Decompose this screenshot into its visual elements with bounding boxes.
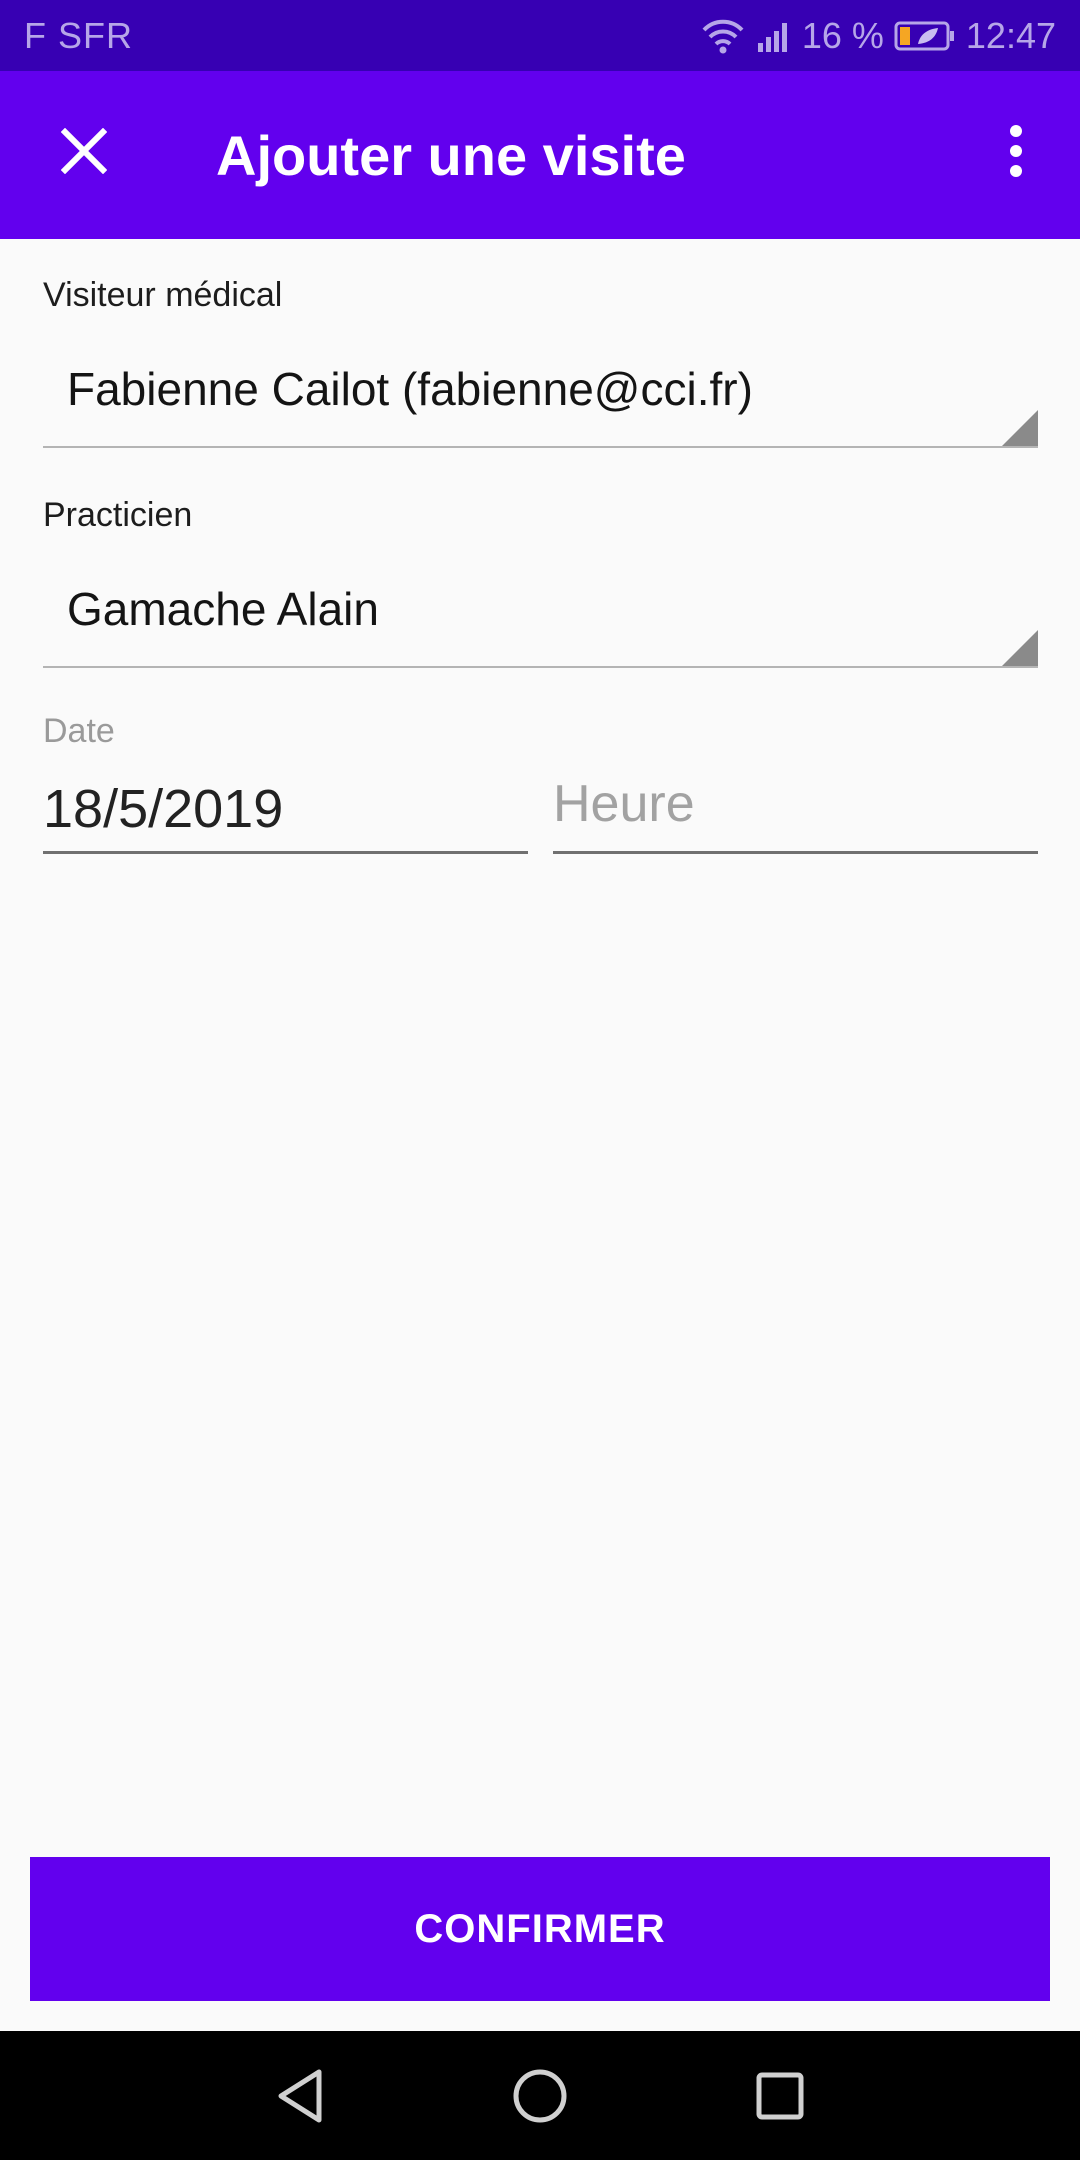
- wifi-icon: [700, 18, 746, 54]
- app-bar: Ajouter une visite: [0, 71, 1080, 239]
- overflow-menu-button[interactable]: [988, 111, 1044, 191]
- back-icon: [278, 2069, 322, 2123]
- practitioner-selected-value: Gamache Alain: [67, 583, 379, 635]
- battery-icon: [894, 20, 956, 52]
- close-icon: [61, 128, 107, 174]
- dropdown-triangle-icon: [1002, 630, 1038, 666]
- date-field[interactable]: 18/5/2019: [43, 766, 528, 854]
- date-value: 18/5/2019: [43, 779, 284, 839]
- signal-icon: [756, 19, 792, 53]
- recents-button[interactable]: [745, 2061, 815, 2131]
- practitioner-label: Practicien: [43, 496, 193, 534]
- time-placeholder: Heure: [553, 775, 695, 833]
- visitor-spinner[interactable]: Fabienne Cailot (fabienne@cci.fr): [43, 352, 1038, 448]
- visitor-selected-value: Fabienne Cailot (fabienne@cci.fr): [67, 363, 753, 415]
- home-icon: [513, 2069, 567, 2123]
- back-button[interactable]: [265, 2061, 335, 2131]
- status-bar: F SFR 16 % 12:47: [0, 0, 1080, 71]
- dropdown-triangle-icon: [1002, 410, 1038, 446]
- carrier-label: F SFR: [24, 14, 133, 56]
- screen: F SFR 16 % 12:47 Ajouter une visite Visi…: [0, 0, 1080, 2160]
- confirm-button[interactable]: CONFIRMER: [30, 1857, 1050, 2001]
- practitioner-spinner[interactable]: Gamache Alain: [43, 572, 1038, 668]
- recents-icon: [756, 2072, 804, 2120]
- page-title: Ajouter une visite: [216, 124, 686, 187]
- navigation-bar: [0, 2031, 1080, 2160]
- visitor-label: Visiteur médical: [43, 276, 283, 314]
- more-vert-icon: [1010, 125, 1022, 177]
- home-button[interactable]: [505, 2061, 575, 2131]
- close-button[interactable]: [44, 111, 124, 191]
- date-label: Date: [43, 712, 115, 750]
- battery-percent: 16 %: [801, 14, 884, 56]
- status-icons: 16 % 12:47: [700, 15, 1056, 57]
- clock: 12:47: [965, 14, 1056, 56]
- time-field[interactable]: Heure: [553, 766, 1038, 854]
